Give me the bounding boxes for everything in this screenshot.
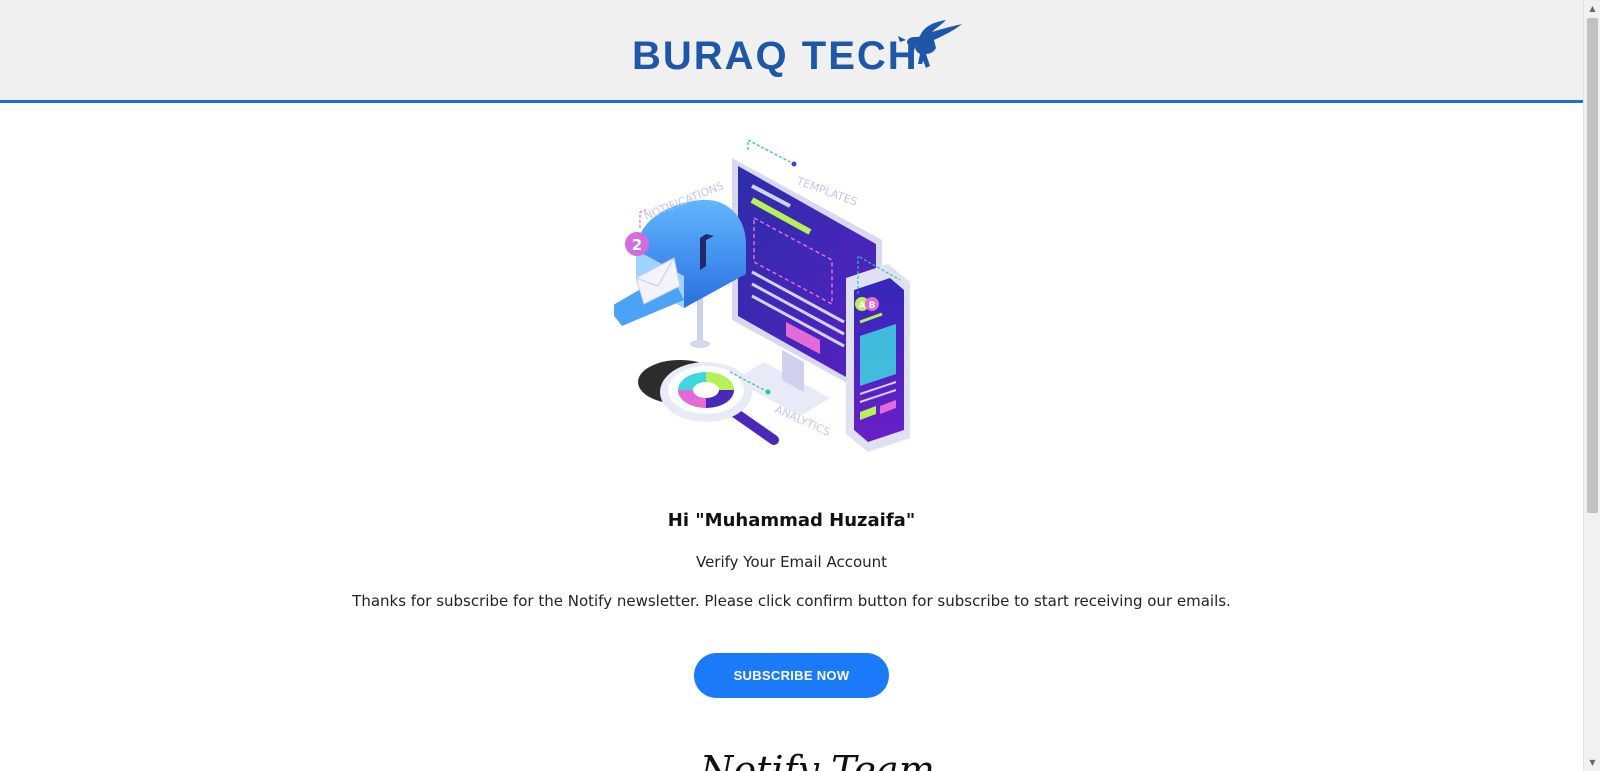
verify-subtitle: Verify Your Email Account (695, 553, 888, 571)
scroll-down-arrow-icon[interactable]: ▼ (1584, 754, 1600, 771)
svg-text:A: A (859, 301, 866, 311)
signature: Notify Team (700, 748, 935, 771)
svg-text:B: B (869, 301, 876, 311)
pie-chart-icon (678, 372, 734, 408)
mailbox-icon (614, 199, 746, 348)
pegasus-icon (898, 20, 962, 68)
logo-text: BURAQ TECH (632, 34, 919, 78)
subscribe-message: Thanks for subscribe for the Notify news… (352, 592, 1231, 610)
vertical-scrollbar[interactable]: ▲ ▼ (1583, 0, 1600, 771)
email-marketing-illustration: TEMPLATES 2 NOTIFICATIONS A B ANALYTICS (614, 140, 910, 452)
email-page: BURAQ TECH TEMPLATES 2 NOTIFICATIONS A B… (0, 0, 1583, 771)
svg-text:2: 2 (632, 236, 642, 254)
greeting-heading: Hi "Muhammad Huzaifa" (667, 510, 916, 531)
buraq-tech-logo: BURAQ TECH (632, 18, 962, 80)
smartphone-icon: A B (846, 254, 910, 452)
email-header: BURAQ TECH (0, 0, 1583, 103)
scroll-thumb[interactable] (1587, 18, 1598, 513)
scroll-up-arrow-icon[interactable]: ▲ (1584, 0, 1600, 17)
subscribe-now-button[interactable]: SUBSCRIBE NOW (694, 653, 889, 698)
